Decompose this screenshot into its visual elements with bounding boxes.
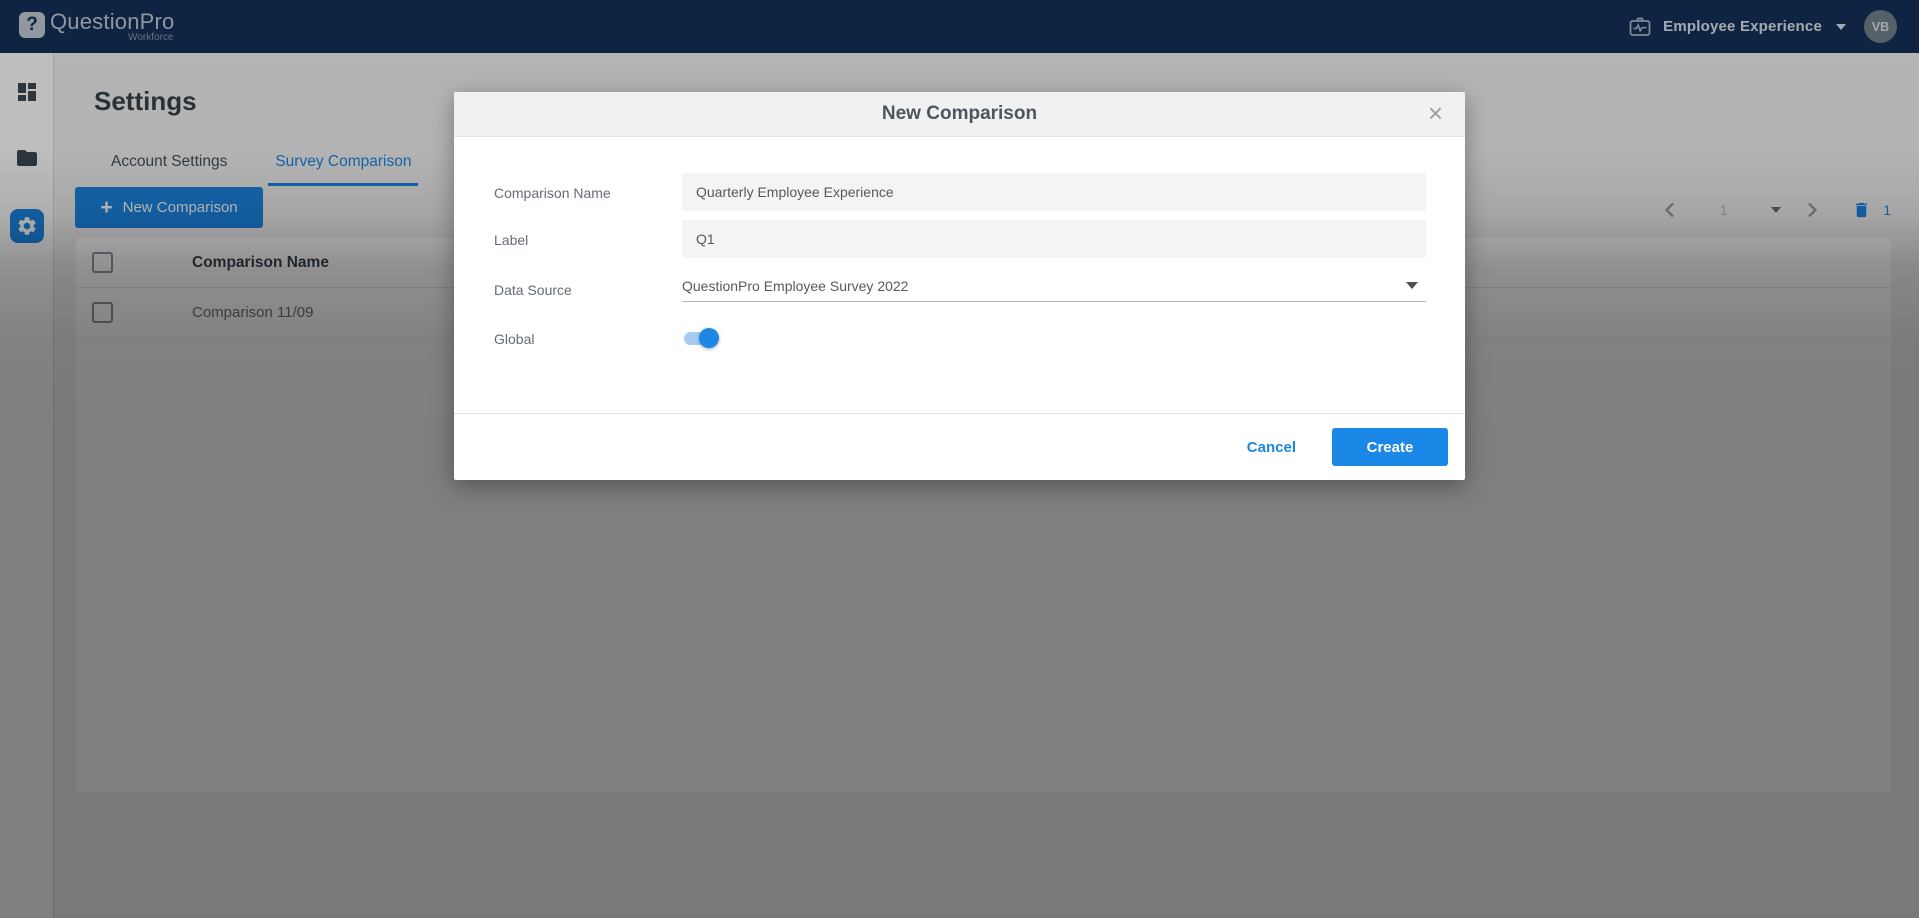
data-source-select[interactable]: QuestionPro Employee Survey 2022 <box>682 270 1426 302</box>
app-window: ? QuestionPro Workforce Employee Experie… <box>0 0 1919 918</box>
data-source-label: Data Source <box>494 282 572 298</box>
label-input[interactable] <box>682 220 1426 258</box>
create-button[interactable]: Create <box>1332 428 1448 466</box>
select-caret-icon <box>1406 282 1418 289</box>
new-comparison-modal: New Comparison × Comparison Name Label D… <box>454 92 1465 480</box>
comparison-name-input[interactable] <box>682 173 1426 211</box>
cancel-button[interactable]: Cancel <box>1247 439 1296 456</box>
global-label: Global <box>494 331 534 347</box>
modal-title: New Comparison <box>882 103 1037 125</box>
global-toggle[interactable] <box>684 332 718 345</box>
comparison-name-label: Comparison Name <box>494 185 611 201</box>
modal-footer: Cancel Create <box>454 413 1465 480</box>
data-source-value: QuestionPro Employee Survey 2022 <box>682 278 908 294</box>
label-label: Label <box>494 232 528 248</box>
close-icon[interactable]: × <box>1428 100 1443 126</box>
modal-header: New Comparison × <box>454 92 1465 137</box>
modal-body: Comparison Name Label Data Source Questi… <box>454 137 1465 413</box>
toggle-thumb <box>699 328 719 348</box>
